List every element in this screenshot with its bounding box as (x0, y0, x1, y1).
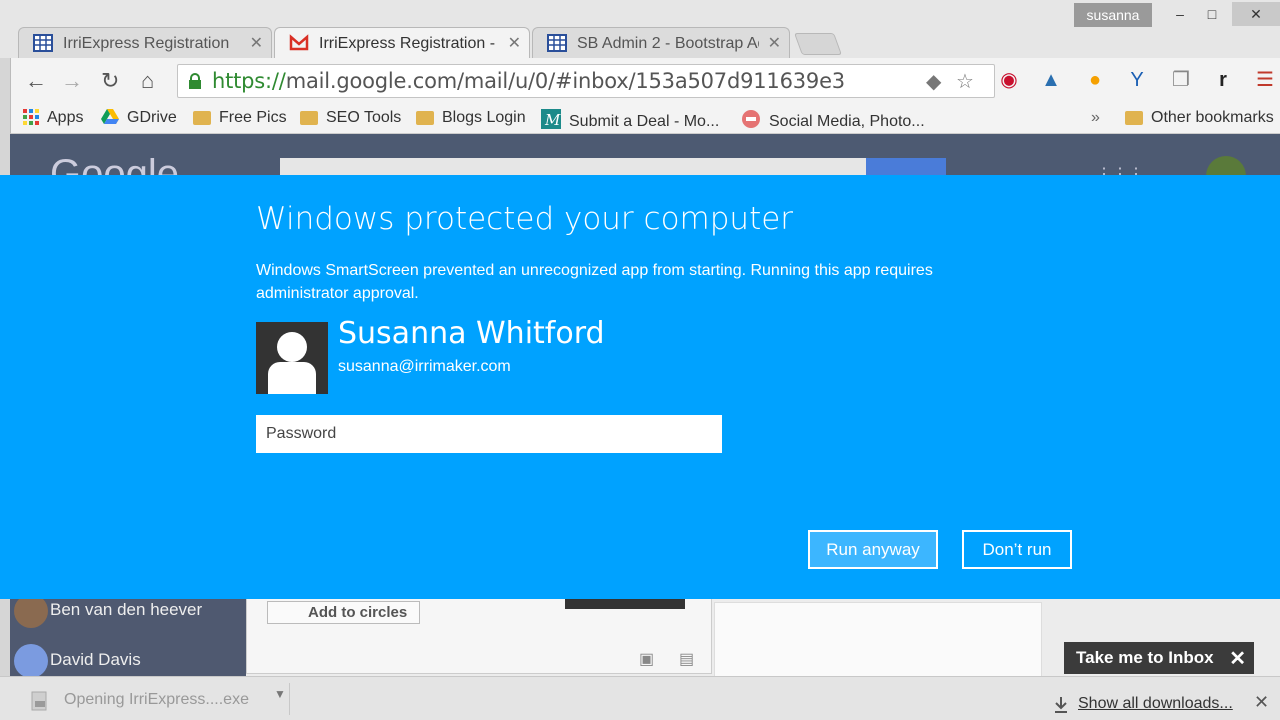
avatar (14, 644, 48, 678)
circle-extension-icon[interactable]: ● (1081, 66, 1109, 94)
tab-label: IrriExpress Registration (63, 35, 230, 52)
browser-toolbar: ← → ↻ ⌂ https://mail.google.com/mail/u/0… (10, 58, 1280, 104)
chevron-down-icon[interactable]: ▼ (274, 687, 286, 701)
translate-extension-icon[interactable]: ◆ (926, 69, 941, 94)
lock-icon (189, 73, 201, 89)
bookmark-label: Other bookmarks (1151, 109, 1274, 126)
address-bar[interactable]: https://mail.google.com/mail/u/0/#inbox/… (177, 64, 995, 98)
close-icon[interactable]: ✕ (1229, 646, 1246, 671)
forward-arrow-icon[interactable]: → (61, 68, 83, 94)
folder-icon (416, 111, 434, 125)
window-close-icon[interactable]: ✕ (1232, 2, 1280, 26)
bookmarks-overflow-icon[interactable]: » (1091, 109, 1100, 127)
m-logo-icon: M (541, 109, 561, 129)
download-item-label: Opening IrriExpress....exe (64, 691, 249, 708)
download-item[interactable]: Opening IrriExpress....exe (20, 683, 290, 715)
browser-tab-sb-admin[interactable]: SB Admin 2 - Bootstrap Ad ✕ (532, 27, 790, 59)
bookmark-label: GDrive (127, 109, 177, 126)
sail-extension-icon[interactable]: ▲ (1037, 66, 1065, 94)
url-path: mail.google.com/mail/u/0/#inbox/153a507d… (285, 69, 845, 93)
bookmark-blogs-login[interactable]: Blogs Login (416, 109, 526, 127)
dialog-message: Windows SmartScreen prevented an unrecog… (256, 262, 933, 302)
contact-ben[interactable]: Ben van den heever (14, 594, 203, 628)
menu-hamburger-icon[interactable]: ☰ (1251, 66, 1279, 94)
gmail-favicon-icon (289, 34, 309, 51)
bookmark-label: Social Media, Photo... (769, 113, 925, 130)
user-email: susanna@irrimaker.com (338, 358, 511, 375)
drive-icon (101, 109, 119, 124)
download-arrow-icon (1055, 697, 1067, 713)
tab-close-icon[interactable]: ✕ (768, 33, 781, 53)
bookmark-apps[interactable]: Apps (23, 109, 83, 127)
contact-name: David Davis (50, 650, 141, 669)
url-text: https://mail.google.com/mail/u/0/#inbox/… (212, 69, 845, 93)
stop-sign-icon (742, 110, 760, 128)
bookmark-label: Submit a Deal - Mo... (569, 113, 720, 130)
take-me-to-inbox-button[interactable]: Take me to Inbox ✕ (1064, 642, 1254, 674)
tab-close-icon[interactable]: ✕ (250, 33, 263, 53)
contact-name: Ben van den heever (50, 600, 203, 619)
bookmark-seo-tools[interactable]: SEO Tools (300, 109, 401, 127)
folder-icon (300, 111, 318, 125)
exe-file-icon (31, 691, 47, 711)
svg-text:M: M (544, 111, 561, 129)
contact-david[interactable]: David Davis (14, 644, 141, 678)
user-name: Susanna Whitford (338, 316, 605, 351)
bookmark-other-bookmarks[interactable]: Other bookmarks (1125, 109, 1274, 127)
r-extension-icon[interactable]: r (1209, 66, 1237, 94)
run-anyway-button[interactable]: Run anyway (808, 530, 938, 569)
browser-titlebar: IrriExpress Registration ✕ IrriExpress R… (0, 0, 1280, 59)
show-all-downloads-link[interactable]: Show all downloads... (1078, 695, 1233, 713)
folder-icon (1125, 111, 1143, 125)
inbox-button-label: Take me to Inbox (1076, 648, 1214, 667)
bookmark-label: Apps (47, 109, 84, 126)
browser-tab-irriexpress-registration[interactable]: IrriExpress Registration ✕ (18, 27, 272, 59)
add-to-circles-button[interactable]: Add to circles (267, 601, 421, 624)
bookmarks-bar: Apps GDrive Free Pics SEO Tools Blogs Lo… (10, 104, 1280, 134)
maximize-icon[interactable]: □ (1190, 2, 1234, 26)
profile-card: Add to circles ▣ ▤ (246, 598, 712, 674)
grid-favicon-icon (33, 34, 53, 52)
bookmark-gdrive[interactable]: GDrive (101, 109, 177, 127)
tab-label: SB Admin 2 - Bootstrap Ad (577, 35, 759, 52)
bookmark-label: SEO Tools (326, 109, 402, 126)
downloads-bar: Opening IrriExpress....exe ▼ Show all do… (0, 676, 1280, 720)
chat-icon[interactable]: ▤ (679, 649, 694, 669)
bookmark-social-media[interactable]: Social Media, Photo... (741, 109, 925, 131)
home-icon[interactable]: ⌂ (141, 68, 154, 94)
grid-favicon-icon (547, 34, 567, 52)
close-icon[interactable]: ✕ (1254, 692, 1269, 713)
browser-tab-gmail[interactable]: IrriExpress Registration - su ✕ (274, 27, 530, 59)
url-scheme: https:// (212, 69, 286, 93)
bookmark-label: Blogs Login (442, 109, 526, 126)
tab-close-icon[interactable]: ✕ (508, 33, 521, 53)
bookmark-free-pics[interactable]: Free Pics (193, 109, 287, 127)
bookmark-submit-a-deal[interactable]: M Submit a Deal - Mo... (541, 109, 719, 131)
dialog-title: Windows protected your computer (256, 201, 794, 237)
tab-label: IrriExpress Registration - su (319, 35, 499, 52)
dont-run-button[interactable]: Don’t run (962, 530, 1072, 569)
pages-extension-icon[interactable]: ❐ (1167, 66, 1195, 94)
gmail-header: Google ⋮⋮⋮ (10, 134, 1280, 196)
avatar (14, 594, 48, 628)
pinterest-icon[interactable]: ◉ (995, 66, 1023, 94)
video-call-icon[interactable]: ▣ (639, 649, 654, 669)
apps-grid-icon (23, 109, 39, 125)
back-arrow-icon[interactable]: ← (25, 68, 47, 94)
profile-chip[interactable]: susanna (1074, 3, 1152, 27)
folder-icon (193, 111, 211, 125)
user-avatar-icon (256, 322, 328, 394)
smartscreen-dialog: Windows protected your computer Windows … (0, 175, 1280, 599)
password-field[interactable] (256, 415, 722, 453)
message-pane (714, 602, 1042, 678)
shield-y-extension-icon[interactable]: Y (1123, 66, 1151, 94)
new-tab-button[interactable] (793, 33, 843, 55)
hangouts-contact-list: Ben van den heever David Davis (10, 594, 246, 678)
bookmark-star-icon[interactable]: ☆ (956, 69, 974, 94)
bookmark-label: Free Pics (219, 109, 287, 126)
reload-icon[interactable]: ↻ (101, 68, 119, 94)
profile-cover-image (565, 599, 685, 609)
